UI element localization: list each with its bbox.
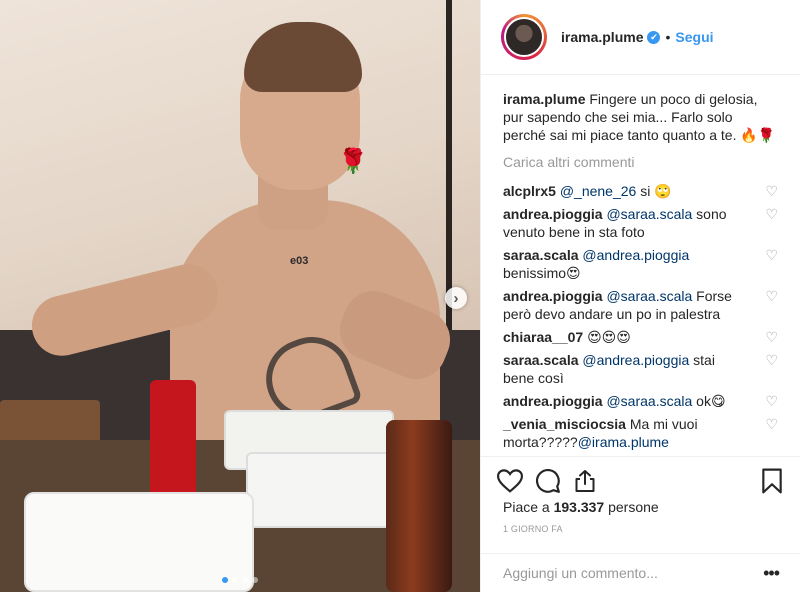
post-timestamp[interactable]: 1 giorno fa bbox=[503, 524, 563, 534]
comment-text: ok😋 bbox=[692, 393, 726, 409]
instagram-post-modal: 🌹 e03 › irama.plume ✔ • Segui irama.plum… bbox=[0, 0, 800, 592]
comment-text: si 🙄 bbox=[636, 183, 672, 199]
comment-like-icon[interactable]: ♡ bbox=[765, 417, 778, 431]
likes-prefix: Piace a bbox=[503, 499, 554, 515]
post-header: irama.plume ✔ • Segui bbox=[481, 0, 800, 75]
load-more-comments-button[interactable]: Carica altri commenti bbox=[503, 154, 778, 170]
comment-item: andrea.pioggia @saraa.scala ok😋 ♡ bbox=[503, 392, 778, 410]
comment-mention[interactable]: @irama.plume bbox=[578, 434, 669, 450]
avatar bbox=[504, 17, 544, 57]
comment-username[interactable]: andrea.pioggia bbox=[503, 288, 603, 304]
like-button[interactable] bbox=[497, 467, 535, 495]
save-button[interactable] bbox=[761, 467, 785, 495]
comment-username[interactable]: andrea.pioggia bbox=[503, 393, 603, 409]
more-options-icon[interactable]: ••• bbox=[763, 564, 780, 582]
comment-item: alcplrx5 @_nene_26 si 🙄 ♡ bbox=[503, 182, 778, 200]
carousel-dot bbox=[232, 577, 238, 583]
share-button[interactable] bbox=[573, 467, 611, 495]
header-username[interactable]: irama.plume bbox=[561, 29, 643, 45]
photo-foam-box bbox=[246, 452, 396, 528]
comment-item: chiaraa__07 😍😍😍 ♡ bbox=[503, 328, 778, 346]
verified-icon: ✔ bbox=[647, 30, 661, 44]
comment-mention[interactable]: @andrea.pioggia bbox=[582, 247, 689, 263]
comment-like-icon[interactable]: ♡ bbox=[765, 353, 778, 367]
carousel-next-button[interactable]: › bbox=[445, 287, 467, 309]
likes-number: 193.337 bbox=[553, 499, 605, 515]
comment-username[interactable]: chiaraa__07 bbox=[503, 329, 583, 345]
comment-mention[interactable]: @_nene_26 bbox=[560, 183, 637, 199]
photo-coffee-can bbox=[386, 420, 452, 592]
bookmark-icon bbox=[762, 468, 782, 493]
share-icon bbox=[575, 469, 595, 492]
header-separator: • bbox=[665, 29, 671, 45]
comment-like-icon[interactable]: ♡ bbox=[765, 184, 778, 198]
carousel-dot bbox=[252, 577, 258, 583]
post-sidebar: irama.plume ✔ • Segui irama.plume Finger… bbox=[480, 0, 800, 592]
comment-input[interactable] bbox=[503, 565, 764, 581]
comment-username[interactable]: andrea.pioggia bbox=[503, 206, 603, 222]
carousel-dot bbox=[222, 577, 228, 583]
comment-button[interactable] bbox=[535, 467, 573, 495]
photo-cola-can bbox=[150, 380, 196, 498]
comment-mention[interactable]: @saraa.scala bbox=[606, 393, 692, 409]
comment-item: andrea.pioggia @saraa.scala sono venuto … bbox=[503, 205, 778, 241]
comment-mention[interactable]: @andrea.pioggia bbox=[582, 352, 689, 368]
comment-like-icon[interactable]: ♡ bbox=[765, 207, 778, 221]
heart-icon bbox=[497, 468, 523, 493]
avatar-story-ring[interactable] bbox=[501, 14, 547, 60]
add-comment-bar: ••• bbox=[481, 553, 800, 592]
comments-list: irama.plume Fingere un poco di gelosia, … bbox=[481, 75, 800, 455]
chest-tattoo: e03 bbox=[290, 255, 309, 267]
post-caption: irama.plume Fingere un poco di gelosia, … bbox=[503, 90, 778, 144]
rose-sticker: 🌹 bbox=[338, 148, 368, 175]
carousel-dot bbox=[242, 577, 248, 583]
comment-item: _venia_misciocsia Ma mi vuoi morta?????@… bbox=[503, 415, 778, 451]
comment-text: benissimo😍 bbox=[503, 265, 581, 281]
comment-text: 😍😍😍 bbox=[587, 329, 631, 345]
comment-mention[interactable]: @saraa.scala bbox=[606, 206, 692, 222]
carousel-dots bbox=[0, 577, 480, 583]
comment-like-icon[interactable]: ♡ bbox=[765, 394, 778, 408]
post-actions-bar bbox=[481, 456, 800, 496]
comment-item: andrea.pioggia @saraa.scala Forse però d… bbox=[503, 287, 778, 323]
comment-item: saraa.scala @andrea.pioggia benissimo😍 ♡ bbox=[503, 246, 778, 282]
caption-username[interactable]: irama.plume bbox=[503, 91, 585, 107]
likes-suffix: persone bbox=[604, 499, 659, 515]
comment-mention[interactable]: @saraa.scala bbox=[606, 288, 692, 304]
follow-button[interactable]: Segui bbox=[675, 29, 713, 45]
comment-username[interactable]: _venia_misciocsia bbox=[503, 416, 626, 432]
comment-username[interactable]: alcplrx5 bbox=[503, 183, 556, 199]
comment-item: saraa.scala @andrea.pioggia stai bene co… bbox=[503, 351, 778, 387]
comment-icon bbox=[536, 468, 560, 493]
comment-like-icon[interactable]: ♡ bbox=[765, 289, 778, 303]
post-photo[interactable]: 🌹 e03 › bbox=[0, 0, 480, 592]
likes-count[interactable]: Piace a 193.337 persone bbox=[503, 499, 659, 515]
comment-username[interactable]: saraa.scala bbox=[503, 352, 579, 368]
comment-username[interactable]: saraa.scala bbox=[503, 247, 579, 263]
comment-like-icon[interactable]: ♡ bbox=[765, 330, 778, 344]
comment-like-icon[interactable]: ♡ bbox=[765, 248, 778, 262]
